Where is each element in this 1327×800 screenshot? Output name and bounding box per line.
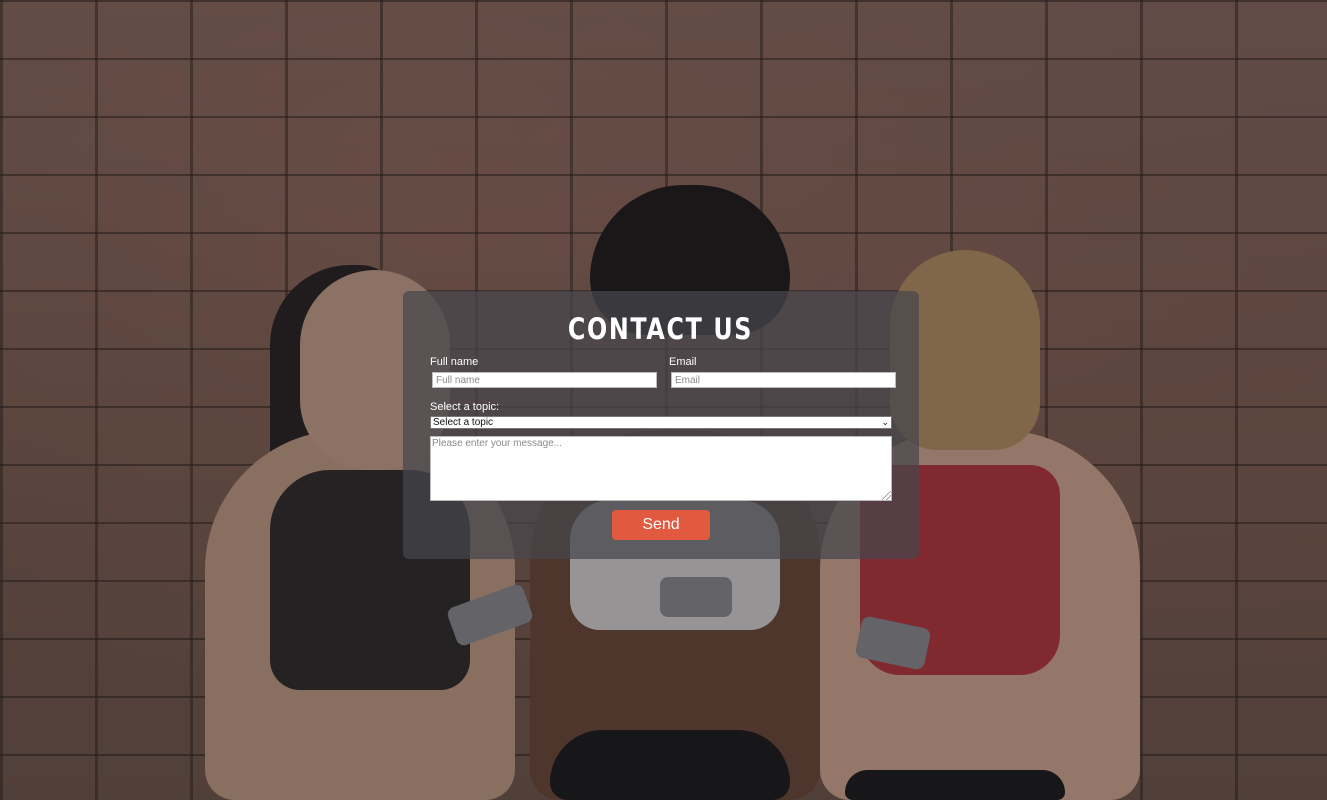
topic-label: Select a topic:	[430, 401, 500, 413]
topic-select-value: Select a topic	[433, 417, 494, 428]
resize-grip-icon[interactable]	[882, 491, 891, 500]
page-title: CONTACT US	[567, 312, 754, 346]
fullname-label: Full name	[430, 356, 479, 368]
message-textarea[interactable]	[430, 436, 892, 501]
topic-select[interactable]: Select a topic ⌄	[430, 416, 892, 429]
send-button[interactable]: Send	[612, 510, 710, 540]
fullname-input[interactable]	[432, 372, 657, 388]
email-input[interactable]	[671, 372, 896, 388]
email-label: Email	[669, 356, 697, 368]
chevron-down-icon: ⌄	[881, 417, 889, 427]
